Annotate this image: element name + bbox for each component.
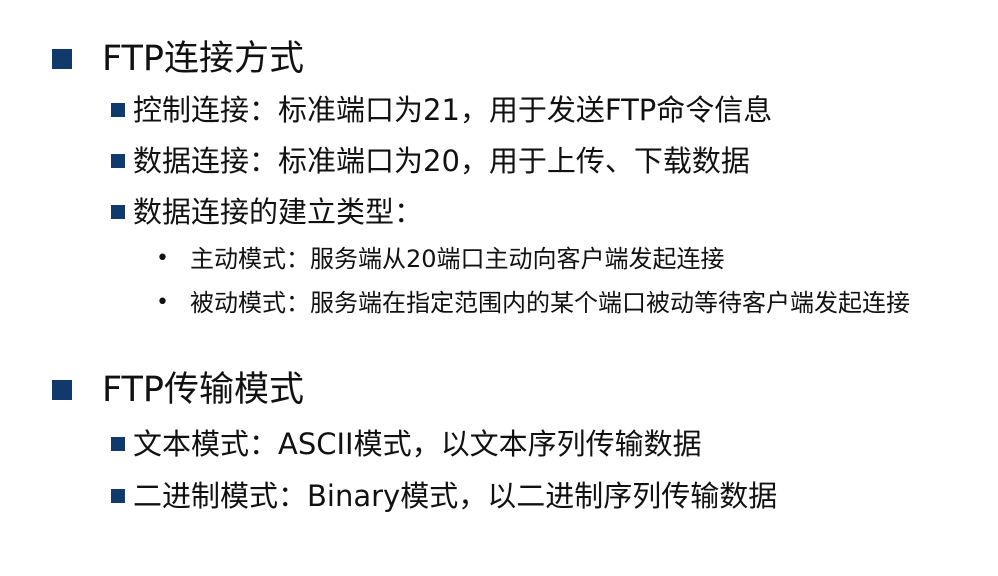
dot-bullet-icon: •: [156, 246, 169, 271]
square-bullet-icon: [52, 380, 72, 400]
section-heading: FTP传输模式: [52, 366, 304, 414]
list-item-text: 控制连接：标准端口为21，用于发送FTP命令信息: [133, 93, 773, 127]
section-title: FTP传输模式: [102, 370, 305, 410]
list-item: 控制连接：标准端口为21，用于发送FTP命令信息: [111, 90, 772, 130]
list-item-text: 数据连接：标准端口为20，用于上传、下载数据: [133, 144, 750, 178]
sub-list-item: • 被动模式：服务端在指定范围内的某个端口被动等待客户端发起连接: [156, 286, 966, 320]
list-item-text: 文本模式：ASCII模式，以文本序列传输数据: [133, 427, 702, 461]
sub-list-item-text: 主动模式：服务端从20端口主动向客户端发起连接: [190, 245, 725, 273]
sub-list-item-text: 被动模式：服务端在指定范围内的某个端口被动等待客户端发起连接: [190, 289, 910, 317]
list-item: 数据连接的建立类型：: [111, 192, 423, 232]
slide: FTP连接方式 控制连接：标准端口为21，用于发送FTP命令信息 数据连接：标准…: [0, 0, 998, 576]
small-square-bullet-icon: [111, 437, 125, 451]
dot-bullet-icon: •: [156, 290, 169, 315]
list-item-text: 二进制模式：Binary模式，以二进制序列传输数据: [133, 479, 778, 513]
square-bullet-icon: [52, 49, 72, 69]
section-heading: FTP连接方式: [52, 35, 304, 83]
small-square-bullet-icon: [111, 489, 125, 503]
small-square-bullet-icon: [111, 103, 125, 117]
list-item: 二进制模式：Binary模式，以二进制序列传输数据: [111, 476, 777, 516]
list-item: 数据连接：标准端口为20，用于上传、下载数据: [111, 141, 750, 181]
small-square-bullet-icon: [111, 154, 125, 168]
small-square-bullet-icon: [111, 205, 125, 219]
list-item: 文本模式：ASCII模式，以文本序列传输数据: [111, 424, 702, 464]
section-title: FTP连接方式: [102, 39, 305, 79]
sub-list-item: • 主动模式：服务端从20端口主动向客户端发起连接: [156, 242, 966, 276]
list-item-text: 数据连接的建立类型：: [133, 195, 424, 229]
